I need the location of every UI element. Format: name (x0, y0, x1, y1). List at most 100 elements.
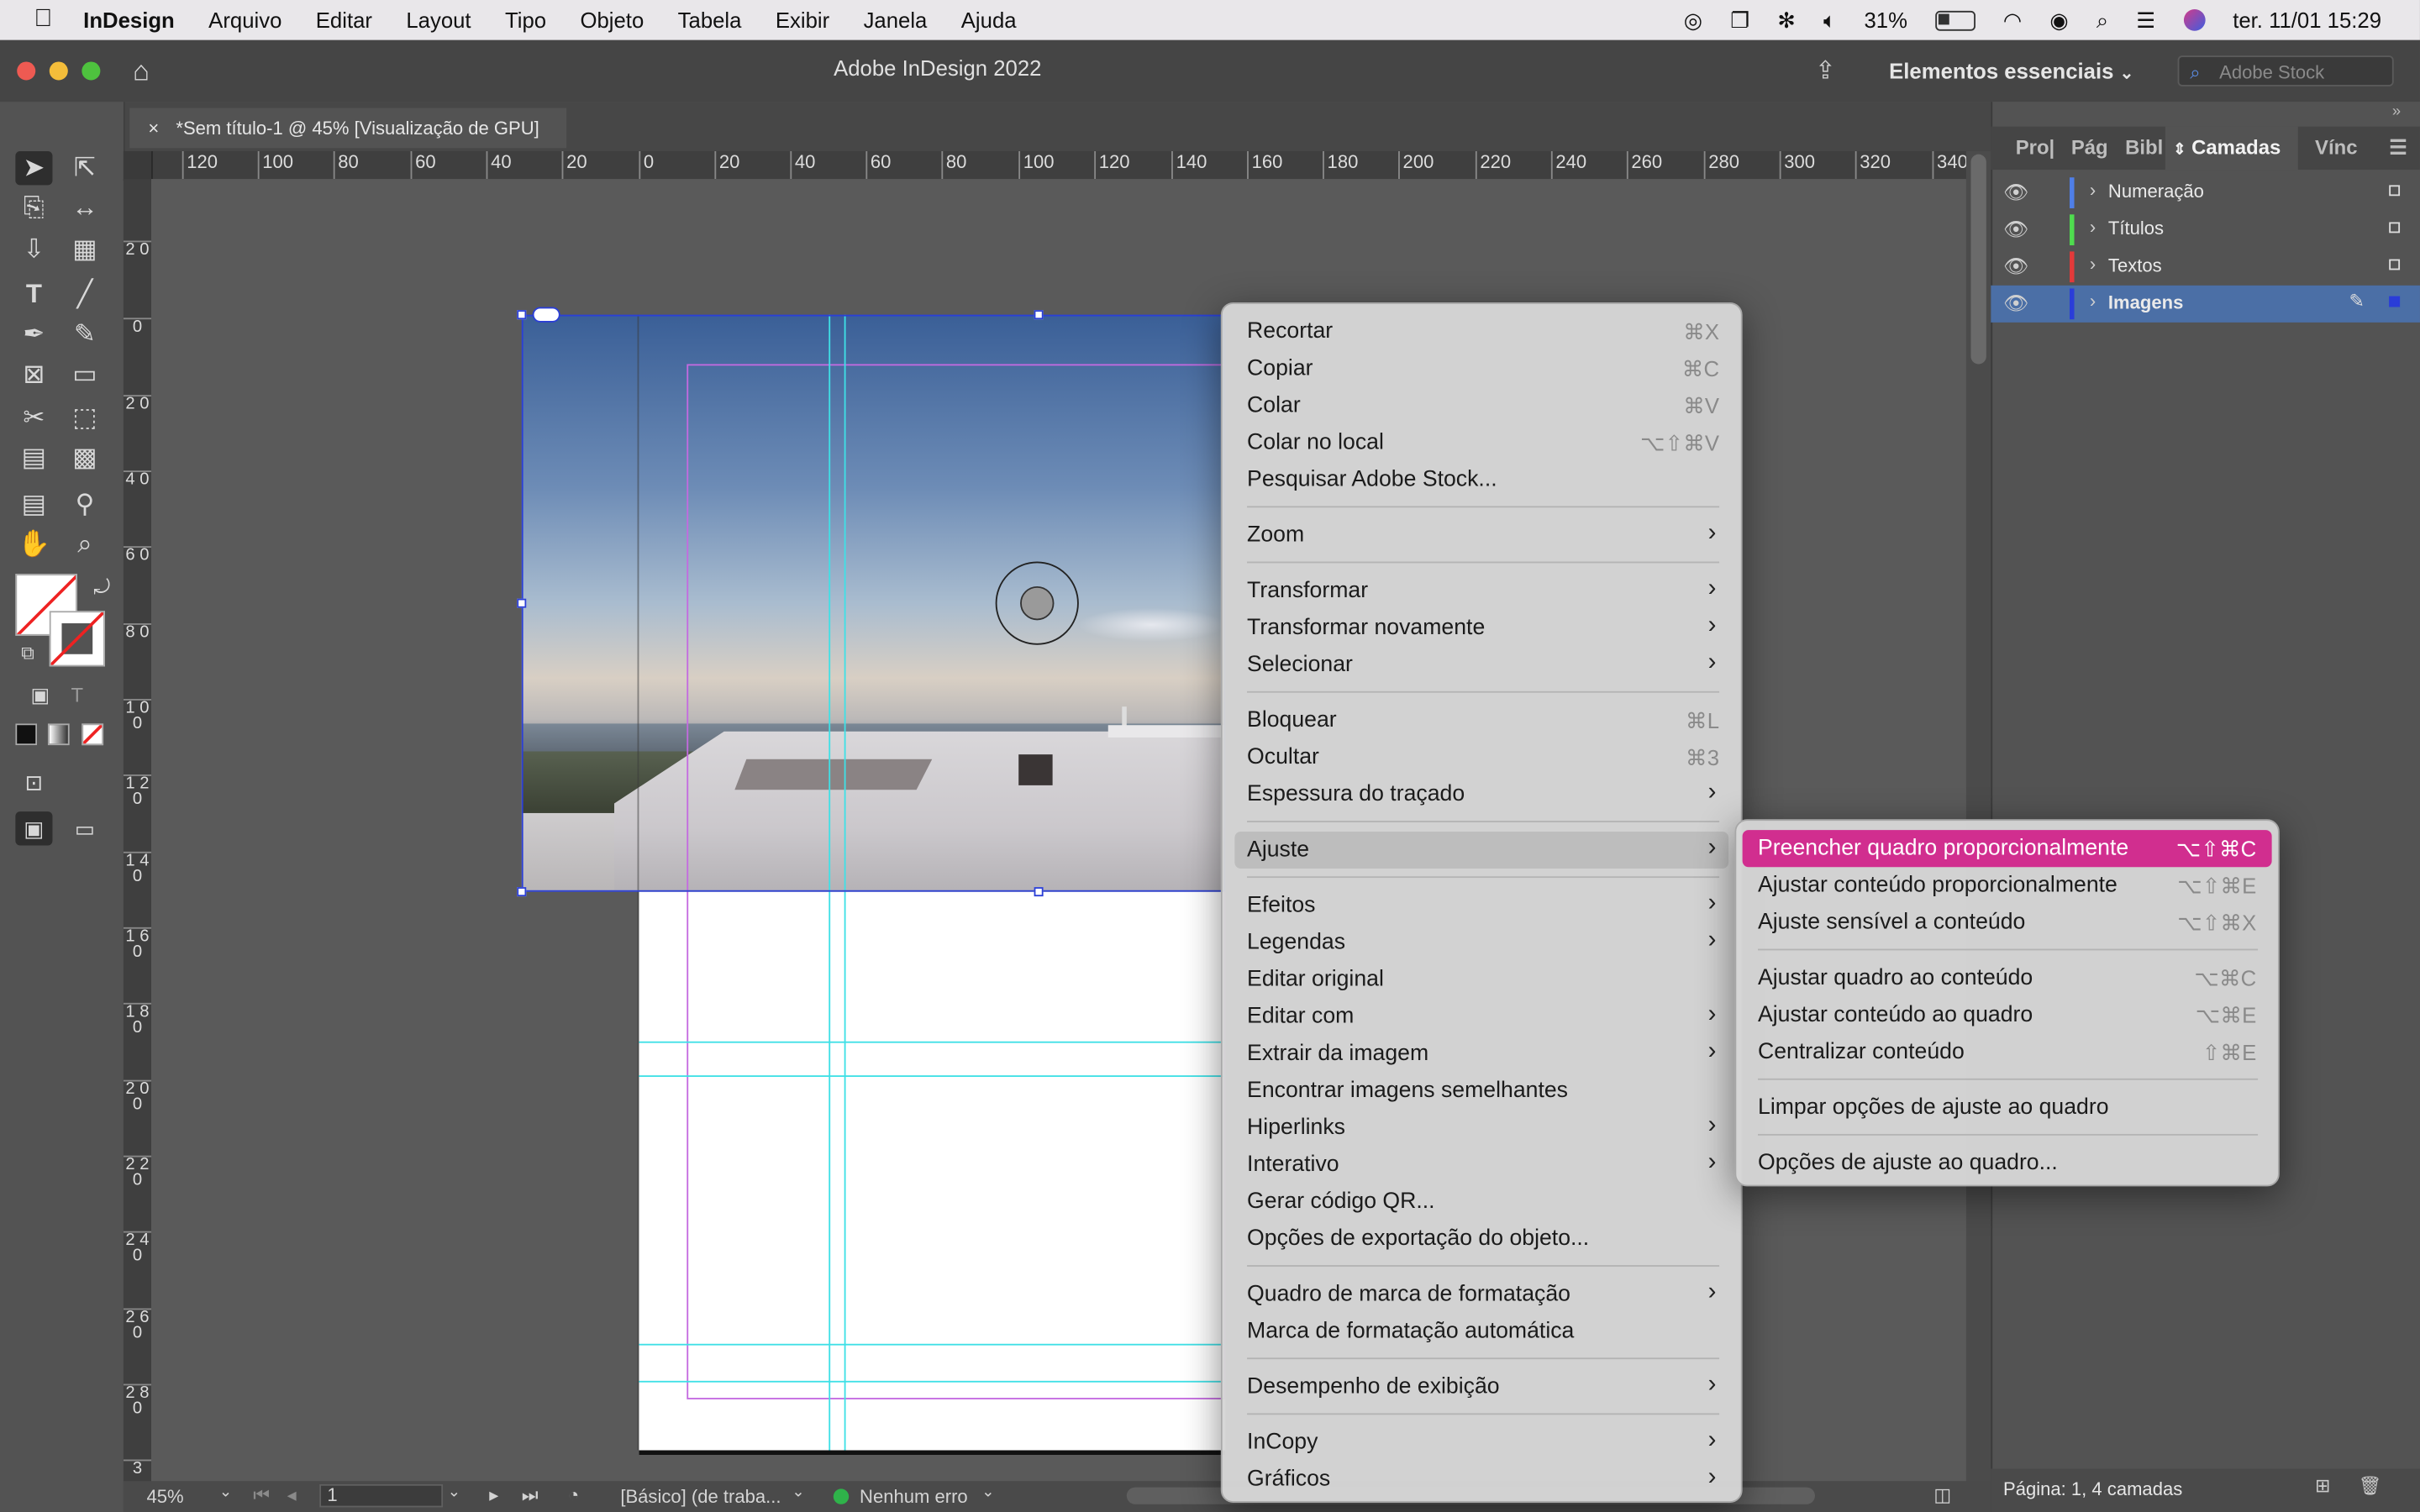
expand-dock-icon[interactable]: » (2392, 103, 2401, 120)
chevron-down-icon[interactable]: ⌄ (981, 1484, 994, 1501)
menu-ajuda[interactable]: Ajuda (961, 8, 1017, 32)
volume-icon[interactable]: 🔈︎ (1823, 7, 1836, 33)
preflight-profile[interactable]: [Básico] (de traba... (620, 1486, 781, 1508)
menu-item-interativo[interactable]: Interativo › (1234, 1147, 1728, 1184)
selection-tool-icon[interactable]: ➤ (15, 150, 53, 186)
chevron-down-icon[interactable]: ⌄ (792, 1484, 804, 1501)
document-tab[interactable]: × *Sem título-1 @ 45% [Visualização de G… (129, 108, 567, 149)
previous-page-icon[interactable]: ◂ (287, 1484, 297, 1506)
split-window-icon[interactable]: ◫ (1933, 1484, 1951, 1506)
menu-item-quadro-de-marca-de-formatacao[interactable]: Quadro de marca de formatação › (1234, 1276, 1728, 1313)
menu-tipo[interactable]: Tipo (505, 8, 546, 32)
tab-camadas[interactable]: ⇕ Camadas (2173, 136, 2281, 160)
menubar-clock[interactable]: ter. 11/01 15:29 (2233, 8, 2381, 32)
close-tab-icon[interactable]: × (148, 108, 159, 149)
swap-fill-stroke-icon[interactable]: ⤾ (83, 571, 120, 605)
type-tool-icon[interactable]: T (15, 278, 52, 312)
menu-item-graficos[interactable]: Gráficos › (1234, 1461, 1728, 1498)
apply-gradient-icon[interactable] (47, 723, 70, 746)
menu-tabela[interactable]: Tabela (678, 8, 742, 32)
free-transform-tool-icon[interactable]: ⬚ (66, 402, 103, 435)
submenu-item-centralizar-conteudo[interactable]: Centralizar conteúdo ⇧⌘E (1743, 1034, 2272, 1071)
chevron-right-icon[interactable]: › (2090, 253, 2096, 275)
eye-icon[interactable]: 👁︎ (2003, 181, 2028, 205)
user-icon[interactable]: ◉ (2049, 7, 2068, 33)
menu-item-selecionar[interactable]: Selecionar › (1234, 647, 1728, 684)
submenu-item-limpar-opcoes-de-ajuste[interactable]: Limpar opções de ajuste ao quadro (1743, 1089, 2272, 1126)
screen-mode-preview-icon[interactable]: ⊡ (15, 765, 52, 799)
submenu-item-ajuste-sensivel-a-conteudo[interactable]: Ajuste sensível a conteúdo ⌥⇧⌘X (1743, 904, 2272, 941)
workspace-switcher[interactable]: Elementos essenciais ⌄ (1889, 59, 2133, 83)
resize-handle[interactable] (517, 887, 527, 897)
trash-icon[interactable]: 🗑︎ (2358, 1475, 2381, 1497)
menu-item-incopy[interactable]: InCopy › (1234, 1424, 1728, 1461)
menu-item-efeitos[interactable]: Efeitos › (1234, 887, 1728, 924)
ruler-origin[interactable] (123, 150, 153, 181)
resize-handle[interactable] (1034, 887, 1044, 897)
menu-item-transformar-novamente[interactable]: Transformar novamente › (1234, 609, 1728, 646)
vertical-scroll-thumb[interactable] (1970, 154, 1986, 365)
menu-item-extrair-da-imagem[interactable]: Extrair da imagem › (1234, 1035, 1728, 1072)
row-guide[interactable] (639, 1075, 1226, 1078)
menu-item-desempenho-de-exibicao[interactable]: Desempenho de exibição › (1234, 1368, 1728, 1405)
layer-row[interactable]: 👁︎ › Títulos (1991, 212, 2420, 249)
bluetooth-icon[interactable]: ✻ (1777, 7, 1796, 33)
line-tool-icon[interactable]: ╱ (66, 278, 103, 312)
presentation-mode-icon[interactable]: ▭ (66, 811, 103, 845)
stroke-swatch[interactable] (49, 611, 105, 667)
menu-layout[interactable]: Layout (406, 8, 471, 32)
share-icon[interactable]: ⇪ (1815, 55, 1836, 87)
formatting-container-icon[interactable]: ▣ (22, 679, 59, 712)
window-icon[interactable]: ❐ (1730, 7, 1749, 33)
row-guide[interactable] (639, 1380, 1226, 1383)
layer-row[interactable]: 👁︎ › Numeração (1991, 175, 2420, 212)
menu-item-transformar[interactable]: Transformar › (1234, 572, 1728, 609)
tab-bibliotecas[interactable]: Bibl (2125, 136, 2163, 160)
first-page-icon[interactable]: ⏮ (253, 1484, 270, 1508)
direct-selection-tool-icon[interactable]: ⇱ (66, 151, 103, 185)
chevron-right-icon[interactable]: › (2090, 216, 2096, 238)
eye-icon[interactable]: 👁︎ (2003, 218, 2028, 242)
eyedropper-tool-icon[interactable]: ⚲ (66, 487, 103, 521)
content-collector-icon[interactable]: ⇩ (15, 233, 52, 266)
row-guide[interactable] (639, 1041, 1226, 1043)
menu-item-recortar[interactable]: Recortar ⌘X (1234, 313, 1728, 350)
menu-item-copiar[interactable]: Copiar ⌘C (1234, 350, 1728, 387)
gradient-feather-tool-icon[interactable]: ▩ (66, 441, 103, 475)
adobe-stock-search[interactable]: ⌕ Adobe Stock (2177, 55, 2394, 87)
row-guide[interactable] (639, 1343, 1226, 1346)
submenu-item-ajustar-quadro-ao-conteudo[interactable]: Ajustar quadro ao conteúdo ⌥⌘C (1743, 959, 2272, 996)
control-center-icon[interactable]: ☰ (2136, 7, 2155, 33)
link-icon[interactable] (532, 307, 560, 323)
menu-item-legendas[interactable]: Legendas › (1234, 924, 1728, 961)
menu-item-encontrar-imagens-semelhantes[interactable]: Encontrar imagens semelhantes (1234, 1073, 1728, 1110)
tab-paginas[interactable]: Pág (2071, 136, 2108, 160)
menu-item-ocultar[interactable]: Ocultar ⌘3 (1234, 739, 1728, 776)
apple-logo-icon[interactable]:  (34, 6, 52, 34)
layer-select-square[interactable] (2389, 259, 2401, 270)
rectangle-tool-icon[interactable]: ▭ (66, 358, 103, 391)
resize-handle[interactable] (517, 310, 527, 320)
vertical-ruler[interactable]: 2 0 0 2 0 4 0 6 0 8 0 1 0 0 1 2 0 1 4 0 … (123, 179, 153, 1488)
creative-cloud-icon[interactable]: ◎ (1684, 7, 1702, 33)
next-page-icon[interactable]: ▸ (489, 1484, 498, 1506)
resize-handle[interactable] (1034, 310, 1044, 320)
gap-tool-icon[interactable]: ↔ (66, 192, 103, 225)
scissors-tool-icon[interactable]: ✂ (15, 402, 52, 435)
wifi-icon[interactable]: ◠ (2003, 7, 2022, 33)
menu-editar[interactable]: Editar (316, 8, 372, 32)
chevron-down-icon[interactable]: ⌄ (219, 1484, 232, 1501)
chevron-right-icon[interactable]: › (2090, 290, 2096, 312)
open-window-icon[interactable]: ◔ (568, 1484, 579, 1506)
resize-handle[interactable] (517, 598, 527, 608)
content-placer-icon[interactable]: ▦ (66, 233, 103, 266)
layer-row-selected[interactable]: 👁︎ › Imagens ✎ (1991, 285, 2420, 323)
menu-item-colar[interactable]: Colar ⌘V (1234, 387, 1728, 424)
menu-item-gerar-codigo-qr[interactable]: Gerar código QR... (1234, 1184, 1728, 1221)
zoom-level[interactable]: 45% (146, 1486, 183, 1508)
submenu-item-opcoes-de-ajuste-ao-quadro[interactable]: Opções de ajuste ao quadro... (1743, 1145, 2272, 1182)
layer-select-square[interactable] (2389, 296, 2401, 307)
page-tool-icon[interactable]: ⎘ (15, 192, 52, 225)
menu-item-ajuste[interactable]: Ajuste › (1234, 831, 1729, 869)
menu-item-espessura-do-tracado[interactable]: Espessura do traçado › (1234, 776, 1728, 813)
